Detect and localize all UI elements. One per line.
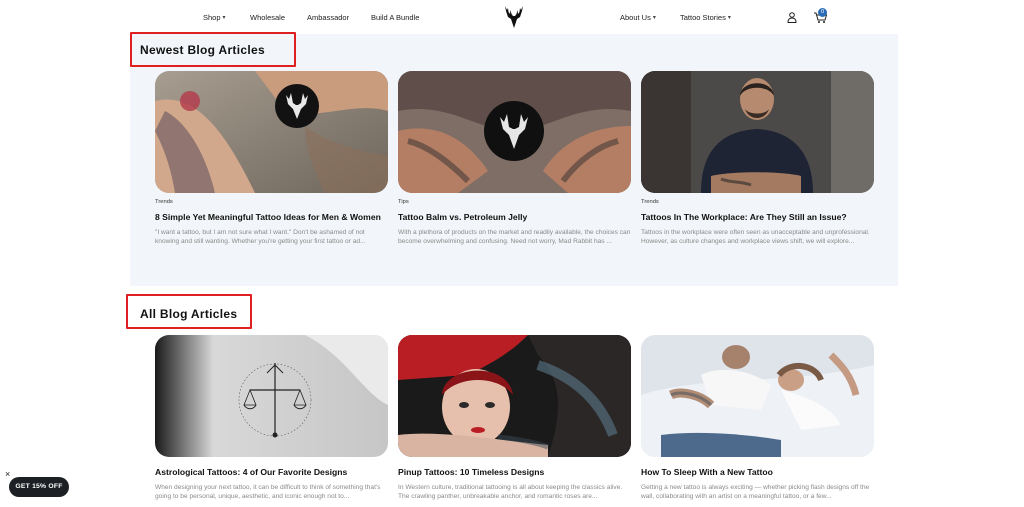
chevron-down-icon: ▾ xyxy=(652,15,656,21)
nav-wholesale-label: Wholesale xyxy=(250,13,286,22)
user-icon[interactable] xyxy=(787,12,797,23)
chevron-down-icon: ▾ xyxy=(727,15,731,21)
card-title[interactable]: 8 Simple Yet Meaningful Tattoo Ideas for… xyxy=(155,211,388,224)
newest-card-3[interactable]: Trends Tattoos In The Workplace: Are The… xyxy=(641,71,874,246)
nav-shop-label: Shop xyxy=(203,13,221,22)
newest-card-1[interactable]: Trends 8 Simple Yet Meaningful Tattoo Id… xyxy=(155,71,388,246)
card-category[interactable]: Trends xyxy=(641,199,874,205)
nav-stories-label: Tattoo Stories xyxy=(680,13,726,22)
card-title[interactable]: Pinup Tattoos: 10 Timeless Designs xyxy=(398,466,631,479)
nav-wholesale[interactable]: Wholesale xyxy=(250,13,285,22)
card-title[interactable]: Astrological Tattoos: 4 of Our Favorite … xyxy=(155,466,388,479)
card-excerpt: Getting a new tattoo is always exciting … xyxy=(641,483,870,500)
newest-card-2[interactable]: Tips Tattoo Balm vs. Petroleum Jelly Wit… xyxy=(398,71,631,246)
all-section-title: All Blog Articles xyxy=(140,307,238,321)
nav-bundle-label: Build A Bundle xyxy=(371,13,420,22)
card-image[interactable] xyxy=(641,335,874,457)
all-card-2[interactable]: Pinup Tattoos: 10 Timeless Designs In We… xyxy=(398,335,631,501)
card-image[interactable] xyxy=(398,335,631,457)
card-title[interactable]: How To Sleep With a New Tattoo xyxy=(641,466,874,479)
card-title[interactable]: Tattoos In The Workplace: Are They Still… xyxy=(641,211,874,224)
card-title[interactable]: Tattoo Balm vs. Petroleum Jelly xyxy=(398,211,631,224)
nav-about-label: About Us xyxy=(620,13,651,22)
card-category[interactable]: Trends xyxy=(155,199,388,205)
site-header: Shop ▾ Wholesale Ambassador Build A Bund… xyxy=(0,0,1024,34)
card-excerpt: When designing your next tattoo, it can … xyxy=(155,483,381,500)
newest-section-title: Newest Blog Articles xyxy=(140,43,265,57)
nav-build-bundle[interactable]: Build A Bundle xyxy=(371,13,419,22)
card-excerpt: In Western culture, traditional tattooin… xyxy=(398,483,623,500)
nav-shop[interactable]: Shop ▾ xyxy=(203,13,226,22)
card-image[interactable] xyxy=(155,71,388,193)
chevron-down-icon: ▾ xyxy=(222,15,226,21)
all-card-3[interactable]: How To Sleep With a New Tattoo Getting a… xyxy=(641,335,874,501)
cart-count-badge: 0 xyxy=(818,8,827,17)
card-category[interactable]: Tips xyxy=(398,199,631,205)
close-icon[interactable]: × xyxy=(5,469,10,479)
nav-ambassador[interactable]: Ambassador xyxy=(307,13,349,22)
discount-promo-button[interactable]: GET 15% OFF xyxy=(9,477,69,497)
card-image[interactable] xyxy=(398,71,631,193)
card-image[interactable] xyxy=(155,335,388,457)
card-excerpt: With a plethora of products on the marke… xyxy=(398,228,631,245)
all-card-1[interactable]: Astrological Tattoos: 4 of Our Favorite … xyxy=(155,335,388,501)
card-image[interactable] xyxy=(641,71,874,193)
card-excerpt: Tattoos in the workplace were often seen… xyxy=(641,228,870,245)
nav-ambassador-label: Ambassador xyxy=(307,13,350,22)
card-excerpt: "I want a tattoo, but I am not sure what… xyxy=(155,228,366,245)
nav-about-us[interactable]: About Us ▾ xyxy=(620,13,656,22)
stag-logo-icon[interactable] xyxy=(504,5,524,29)
nav-tattoo-stories[interactable]: Tattoo Stories ▾ xyxy=(680,13,731,22)
